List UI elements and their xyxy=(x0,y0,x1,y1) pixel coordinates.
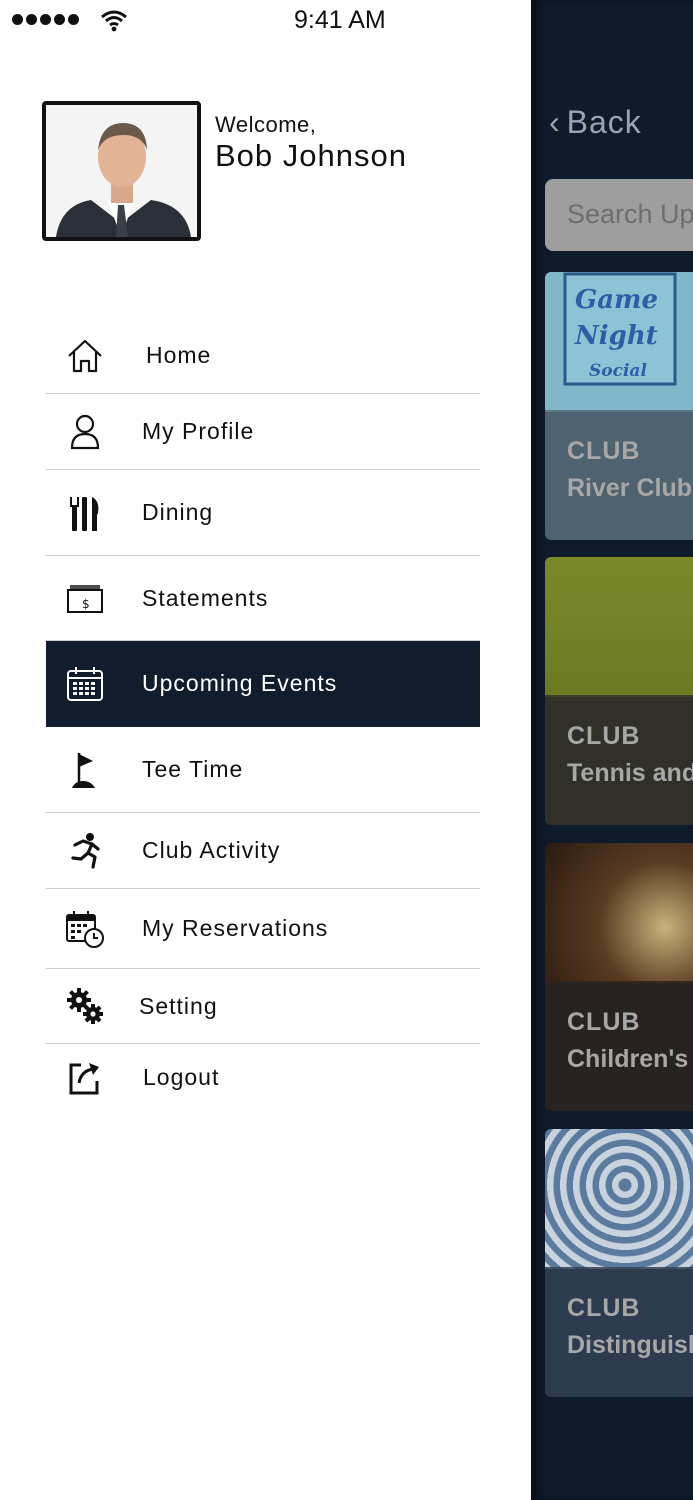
user-name: Bob Johnson xyxy=(215,138,407,173)
menu-item-logout[interactable]: Logout xyxy=(46,1044,480,1110)
menu-item-setting[interactable]: Setting xyxy=(46,969,480,1044)
event-category: CLUB xyxy=(567,1008,641,1036)
event-category: CLUB xyxy=(567,437,641,465)
signal-strength-icon xyxy=(12,14,79,25)
dining-icon xyxy=(64,492,106,534)
gears-icon xyxy=(64,985,106,1027)
running-icon xyxy=(64,830,106,872)
calendar-icon xyxy=(64,663,106,705)
search-input[interactable]: Search Up xyxy=(545,179,693,251)
menu-item-my-reservations[interactable]: My Reservations xyxy=(46,889,480,969)
logout-icon xyxy=(64,1056,106,1098)
menu-item-dining[interactable]: Dining xyxy=(46,470,480,556)
svg-text:$: $ xyxy=(82,597,90,611)
back-label: Back xyxy=(566,104,642,140)
menu-item-label: Club Activity xyxy=(142,837,281,863)
avatar[interactable] xyxy=(42,101,201,241)
chevron-left-icon: ‹ xyxy=(549,104,561,140)
menu-item-label: My Profile xyxy=(142,418,255,444)
search-placeholder: Search Up xyxy=(567,199,693,229)
drawer-menu: Home My Profile Dining $ Statements Upco… xyxy=(46,318,480,1110)
menu-item-club-activity[interactable]: Club Activity xyxy=(46,813,480,889)
menu-item-label: Dining xyxy=(142,499,214,525)
event-image xyxy=(545,843,693,983)
menu-item-label: Statements xyxy=(142,584,269,611)
wifi-icon xyxy=(101,10,127,32)
event-image-text-1: Game xyxy=(575,285,658,315)
statement-icon: $ xyxy=(64,577,106,619)
event-title: Children's I xyxy=(567,1045,693,1073)
event-title: Tennis and xyxy=(567,759,693,787)
event-category: CLUB xyxy=(567,1294,641,1322)
event-image-text-2: Night xyxy=(574,321,658,351)
avatar-image xyxy=(46,105,197,237)
event-image xyxy=(545,1129,693,1269)
menu-item-my-profile[interactable]: My Profile xyxy=(46,394,480,470)
menu-item-statements[interactable]: $ Statements xyxy=(46,556,480,641)
menu-item-label: Setting xyxy=(139,992,218,1019)
event-image-text-3: Social xyxy=(589,361,647,381)
golf-flag-icon xyxy=(64,749,106,791)
back-button[interactable]: ‹ Back xyxy=(549,104,642,141)
event-image: Game Night Social xyxy=(545,272,693,440)
status-time: 9:41 AM xyxy=(294,6,386,34)
menu-item-label: Home xyxy=(146,342,212,368)
menu-item-upcoming-events[interactable]: Upcoming Events xyxy=(46,641,480,727)
menu-item-home[interactable]: Home xyxy=(46,318,480,394)
side-drawer: 9:41 AM Welcome, Bob Johnson Home My Pro xyxy=(0,0,531,1500)
menu-item-label: My Reservations xyxy=(142,915,329,941)
menu-item-label: Upcoming Events xyxy=(142,670,338,696)
event-card[interactable]: Game Night Social CLUB River Club I xyxy=(545,272,693,540)
menu-item-tee-time[interactable]: Tee Time xyxy=(46,727,480,813)
status-bar: 9:41 AM xyxy=(0,0,531,42)
event-title: Distinguisl xyxy=(567,1331,693,1359)
home-icon xyxy=(64,335,106,377)
event-card[interactable]: CLUB Tennis and xyxy=(545,557,693,825)
menu-item-label: Logout xyxy=(143,1063,220,1090)
event-title: River Club I xyxy=(567,474,693,502)
menu-item-label: Tee Time xyxy=(142,756,244,782)
event-card[interactable]: CLUB Distinguisl xyxy=(545,1129,693,1397)
events-page-background: ‹ Back Search Up Game Night Social CLUB R… xyxy=(531,0,693,1500)
event-card[interactable]: CLUB Children's I xyxy=(545,843,693,1111)
event-category: CLUB xyxy=(567,722,641,750)
event-image xyxy=(545,557,693,697)
user-icon xyxy=(64,411,106,453)
welcome-text: Welcome, xyxy=(215,112,317,137)
calendar-clock-icon xyxy=(64,908,106,950)
